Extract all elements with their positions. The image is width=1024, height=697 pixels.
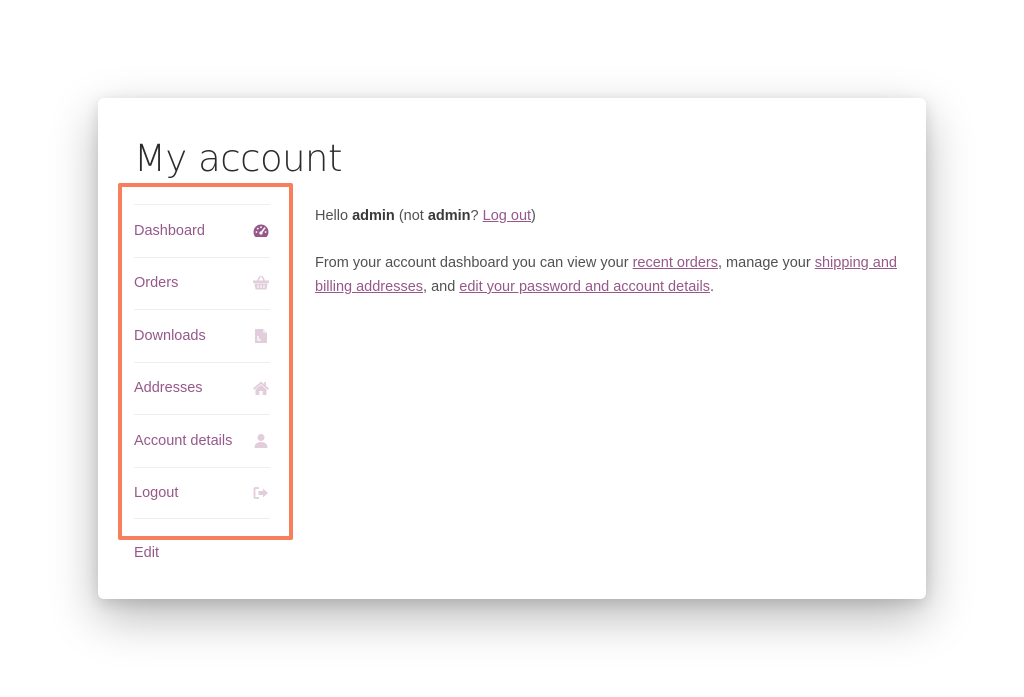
logout-link[interactable]: Log out xyxy=(483,208,531,224)
greeting-close-paren: ) xyxy=(531,208,536,224)
page-title: My account xyxy=(134,137,343,180)
account-details-link[interactable]: edit your password and account details xyxy=(459,279,710,295)
nav-item-label: Logout xyxy=(134,484,179,501)
sign-out-icon xyxy=(252,484,270,502)
nav-item-downloads[interactable]: Downloads xyxy=(134,309,270,362)
recent-orders-link[interactable]: recent orders xyxy=(633,255,718,271)
description-text-2: , manage your xyxy=(718,255,811,271)
greeting-text: Hello admin (not admin? Log out) xyxy=(315,204,907,228)
nav-item-label: Dashboard xyxy=(134,222,205,239)
nav-item-label: Downloads xyxy=(134,327,206,344)
description-text-3: , and xyxy=(423,279,456,295)
nav-item-account-details[interactable]: Account details xyxy=(134,414,270,467)
greeting-username-alt: admin xyxy=(427,208,471,224)
nav-item-label: Addresses xyxy=(134,380,203,397)
description-text-4: . xyxy=(709,279,715,295)
account-navigation: Dashboard Orders Downloads Addresses Acc… xyxy=(134,204,270,519)
nav-item-logout[interactable]: Logout xyxy=(134,466,270,519)
user-icon xyxy=(252,432,270,450)
description-text-1: From your account dashboard you can view… xyxy=(315,255,629,271)
greeting-question: ? xyxy=(470,208,479,224)
home-icon xyxy=(252,379,270,397)
nav-item-label: Account details xyxy=(134,432,233,449)
nav-item-label: Orders xyxy=(134,275,179,292)
basket-icon xyxy=(252,274,270,292)
greeting-not: (not xyxy=(398,208,424,224)
greeting-hello: Hello xyxy=(315,208,349,224)
greeting-username: admin xyxy=(352,208,395,224)
dashboard-gauge-icon xyxy=(252,222,270,240)
dashboard-description: From your account dashboard you can view… xyxy=(315,251,907,299)
nav-item-dashboard[interactable]: Dashboard xyxy=(134,204,270,257)
file-icon xyxy=(252,327,270,345)
edit-link[interactable]: Edit xyxy=(134,545,159,561)
nav-item-addresses[interactable]: Addresses xyxy=(134,361,270,415)
nav-item-orders[interactable]: Orders xyxy=(134,256,270,310)
dashboard-content: Hello admin (not admin? Log out) From yo… xyxy=(315,204,907,322)
